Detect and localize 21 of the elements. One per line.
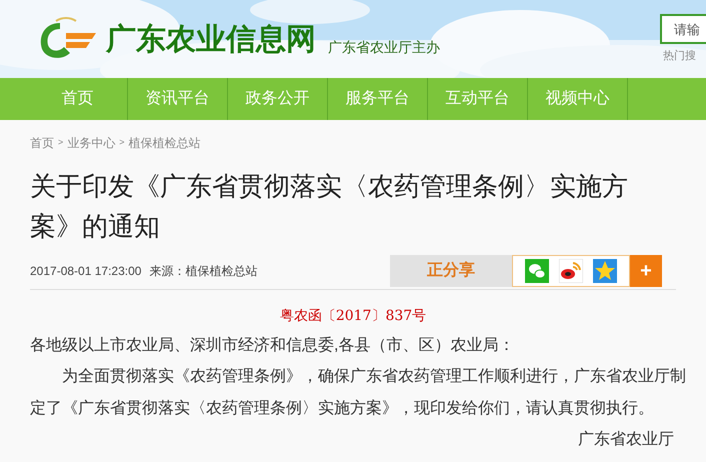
hot-search-label: 热门搜 [663, 48, 696, 64]
signature: 广东省农业厅 [577, 430, 675, 450]
share-more-button[interactable]: + [630, 254, 662, 286]
body-paragraph: 为全面贯彻落实《农药管理条例》，确保广东省农药管理工作顺利进行，广东省农业厅制定了《广东省贯彻落实〈农药管理条例〉实施方案》，现印发给你们，请认真贯彻执行。 [30, 366, 687, 419]
breadcrumb-separator: > [119, 136, 125, 150]
site-subtitle: 广东省农业厅主办 [328, 38, 440, 56]
article-title: 关于印发《广东省贯彻落实〈农药管理条例〉实施方案》的通知 [30, 170, 629, 243]
breadcrumb-link[interactable]: 业务中心 [67, 134, 116, 152]
eye-waves-icon[interactable] [559, 258, 583, 282]
search-field[interactable]: 请输 [660, 14, 706, 44]
salutation: 各地级以上市农业局、深圳市经济和信息委,各县（市、区）农业局： [30, 336, 516, 356]
breadcrumb-separator: > [58, 136, 64, 150]
article-date: 2017-08-01 17:23:00 [30, 262, 142, 280]
document-number: 粤农函〔2017〕837号 [278, 307, 428, 326]
chat-bubbles-icon[interactable] [525, 258, 549, 282]
breadcrumb-link[interactable]: 植保植检总站 [128, 134, 201, 152]
site-name: 广东农业信息网 [106, 22, 316, 58]
breadcrumb-link[interactable]: 首页 [30, 134, 54, 152]
share-label: 正分享 [390, 254, 512, 286]
star-icon[interactable] [593, 258, 617, 282]
article-source: 来源：植保植检总站 [149, 262, 258, 280]
